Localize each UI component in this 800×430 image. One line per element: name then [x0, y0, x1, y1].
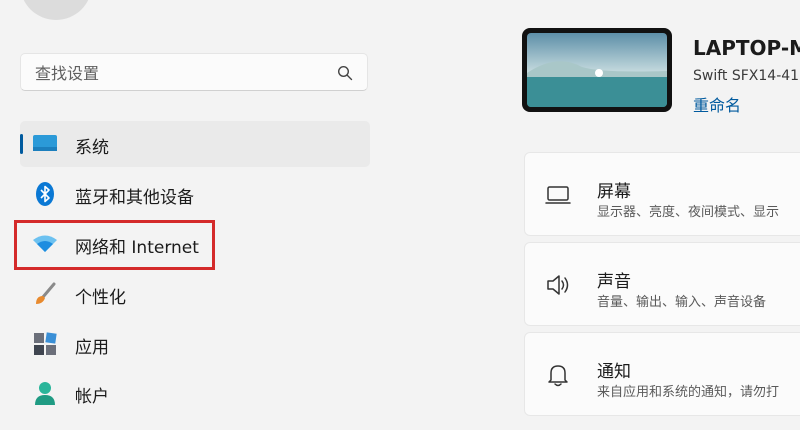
device-model: Swift SFX14-41 — [693, 68, 800, 84]
rename-link[interactable]: 重命名 — [693, 92, 741, 116]
bell-icon — [548, 365, 568, 387]
card-title: 屏幕 — [597, 182, 631, 202]
search-box[interactable] — [20, 53, 368, 92]
search-icon[interactable] — [337, 65, 353, 81]
sidebar-item-label: 蓝牙和其他设备 — [75, 188, 194, 208]
brush-icon — [36, 282, 56, 304]
sidebar-item-label: 个性化 — [75, 288, 126, 308]
person-icon — [35, 382, 55, 405]
card-subtitle: 来自应用和系统的通知，请勿打 — [597, 385, 780, 400]
sidebar-item-bluetooth[interactable]: 蓝牙和其他设备 — [20, 171, 370, 217]
display-icon — [545, 186, 571, 204]
active-indicator — [20, 134, 23, 154]
sidebar-item-label: 帐户 — [75, 387, 109, 407]
device-wallpaper-thumbnail — [522, 28, 672, 112]
sidebar-item-label: 应用 — [75, 338, 109, 358]
sidebar-item-label: 系统 — [75, 138, 109, 158]
sidebar-item-personalization[interactable]: 个性化 — [20, 271, 370, 317]
highlight-annotation-box — [14, 220, 215, 270]
settings-card-sound[interactable]: 声音 音量、输出、输入、声音设备 — [524, 242, 800, 326]
user-avatar[interactable] — [20, 0, 92, 20]
search-input[interactable] — [33, 54, 337, 92]
settings-card-display[interactable]: 屏幕 显示器、亮度、夜间模式、显示 — [524, 152, 800, 236]
sidebar-item-accounts[interactable]: 帐户 — [20, 370, 370, 416]
bluetooth-icon — [36, 182, 54, 206]
sidebar-item-apps[interactable]: 应用 — [20, 321, 370, 367]
device-name: LAPTOP-M — [693, 36, 800, 60]
card-title: 通知 — [597, 362, 631, 382]
card-subtitle: 音量、输出、输入、声音设备 — [597, 295, 767, 310]
speaker-icon — [547, 275, 569, 295]
sidebar-item-system[interactable]: 系统 — [20, 121, 370, 167]
monitor-icon — [33, 135, 57, 151]
settings-card-notifications[interactable]: 通知 来自应用和系统的通知，请勿打 — [524, 332, 800, 416]
card-title: 声音 — [597, 272, 631, 292]
apps-icon — [34, 332, 57, 355]
card-subtitle: 显示器、亮度、夜间模式、显示 — [597, 205, 780, 220]
